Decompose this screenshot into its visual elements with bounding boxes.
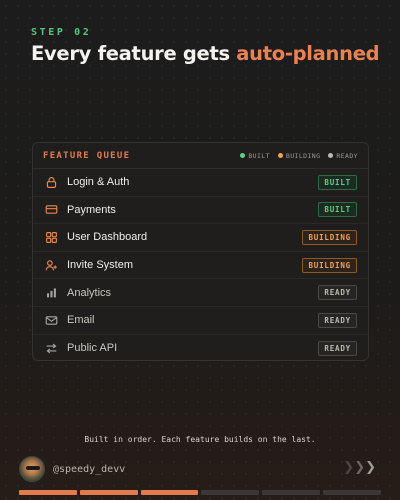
legend-built: BUILT — [240, 152, 270, 160]
card-title: FEATURE QUEUE — [43, 150, 131, 161]
feature-name: Payments — [67, 203, 116, 216]
legend-label-ready: READY — [336, 151, 358, 160]
lock-icon — [44, 175, 58, 189]
next-chevrons[interactable]: ❯ ❯ ❯ — [343, 461, 376, 475]
mail-icon — [44, 313, 58, 327]
feature-name: Public API — [67, 342, 118, 355]
feature-list: Login & Auth BUILT Payments BUILT User Dashb… — [33, 169, 368, 360]
title-prefix: Every feature gets — [31, 42, 237, 65]
feature-row[interactable]: Analytics READY — [33, 279, 368, 307]
progress-segment — [19, 490, 77, 495]
author: @speedy_devv — [19, 456, 125, 482]
progress-segment — [140, 490, 199, 495]
caption: Built in order. Each feature builds on t… — [84, 435, 316, 444]
legend-dot-building — [277, 153, 283, 158]
legend-building: BUILDING — [277, 151, 321, 160]
feature-name: Login & Auth — [67, 176, 130, 189]
status-badge: BUILT — [318, 202, 357, 218]
carousel-progress — [19, 490, 381, 495]
feature-row[interactable]: Email READY — [33, 307, 368, 335]
status-legend: BUILT BUILDING READY — [240, 152, 358, 160]
chevron-right-icon: ❯ — [365, 460, 376, 475]
legend-dot-ready — [328, 153, 334, 158]
feature-row[interactable]: Invite System BUILDING — [33, 252, 368, 280]
legend-label-building: BUILDING — [285, 151, 321, 160]
page-title: Every feature gets auto-planned — [31, 42, 380, 65]
title-accent: auto-planned — [236, 42, 380, 65]
author-handle: @speedy_devv — [53, 463, 126, 475]
status-badge: READY — [318, 340, 357, 356]
status-badge: BUILDING — [302, 257, 357, 273]
progress-segment — [262, 490, 321, 495]
progress-segment — [323, 490, 381, 495]
feature-row[interactable]: Public API READY — [33, 335, 368, 360]
legend-ready: READY — [328, 152, 358, 160]
swap-arrows-icon — [44, 341, 58, 355]
progress-segment — [201, 490, 260, 495]
legend-dot-built — [240, 153, 246, 158]
grid-icon — [44, 230, 58, 244]
feature-row[interactable]: Payments BUILT — [33, 197, 368, 225]
status-badge: READY — [318, 312, 357, 328]
feature-name: User Dashboard — [67, 231, 148, 244]
bar-chart-icon — [44, 286, 58, 300]
status-badge: BUILDING — [302, 229, 357, 245]
card-header: FEATURE QUEUE BUILT BUILDING READY — [33, 143, 368, 169]
user-plus-icon — [44, 258, 58, 272]
chevron-right-icon: ❯ — [354, 460, 366, 475]
feature-queue-card: FEATURE QUEUE BUILT BUILDING READY Login… — [32, 142, 369, 361]
credit-card-icon — [44, 203, 58, 217]
step-label: STEP 02 — [31, 27, 92, 38]
chevron-right-icon: ❯ — [343, 460, 355, 475]
legend-label-built: BUILT — [248, 151, 270, 160]
progress-segment — [79, 490, 138, 495]
status-badge: BUILT — [318, 174, 357, 190]
feature-name: Analytics — [67, 286, 112, 299]
feature-name: Email — [67, 314, 95, 327]
feature-row[interactable]: Login & Auth BUILT — [33, 169, 368, 197]
avatar — [19, 456, 45, 482]
status-badge: READY — [318, 285, 357, 301]
feature-name: Invite System — [67, 259, 134, 272]
feature-row[interactable]: User Dashboard BUILDING — [33, 224, 368, 252]
